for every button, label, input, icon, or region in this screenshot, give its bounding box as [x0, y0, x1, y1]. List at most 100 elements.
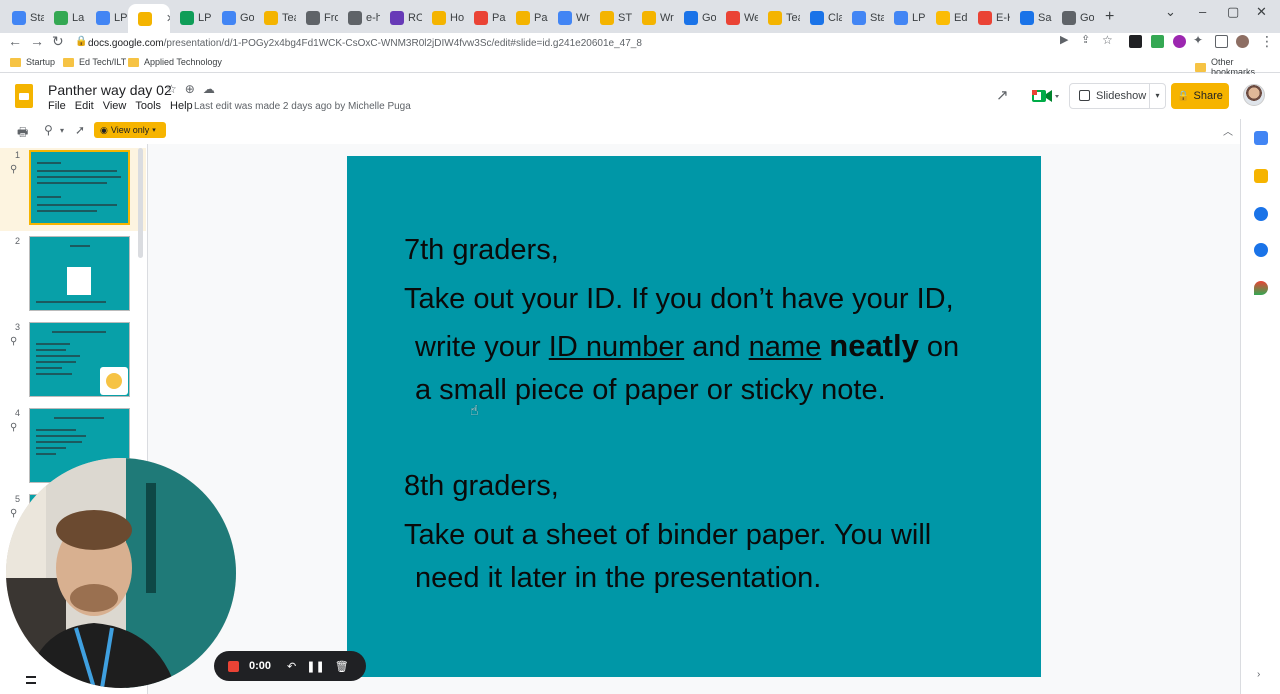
expand-panel-icon[interactable]: ›	[1257, 669, 1260, 680]
browser-tab[interactable]: Paxt	[464, 6, 506, 30]
maximize-button[interactable]: ▢	[1227, 4, 1239, 20]
browser-tab[interactable]: Writ	[632, 6, 674, 30]
tasks-icon[interactable]	[1254, 207, 1268, 221]
browser-tab[interactable]: Paxt	[506, 6, 548, 30]
close-window-button[interactable]: ✕	[1256, 4, 1267, 20]
browser-tab[interactable]: Goo	[1052, 6, 1094, 30]
activity-trend-icon[interactable]: ↗	[996, 86, 1009, 104]
current-slide[interactable]: 7th graders, Take out your ID. If you do…	[347, 156, 1041, 677]
zoom-icon[interactable]: ⚲	[44, 123, 53, 137]
url-path: /presentation/d/1-POGy2x4bg4Fd1WCK-CsOxC…	[163, 37, 642, 49]
star-icon[interactable]: ☆	[166, 82, 177, 96]
calendar-icon[interactable]	[1254, 131, 1268, 145]
browser-tab[interactable]: Edp	[926, 6, 968, 30]
slide-thumbnail-2[interactable]	[29, 236, 130, 311]
browser-tab[interactable]: Wel	[716, 6, 758, 30]
trash-icon[interactable]: 🗑	[335, 660, 349, 673]
bookmark-edtech[interactable]: Ed Tech/ILT	[63, 57, 126, 67]
slide-thumbnail-3[interactable]	[29, 322, 130, 397]
menu-help[interactable]: Help	[170, 100, 193, 112]
browser-tab[interactable]: LPM	[170, 6, 212, 30]
browser-tab[interactable]: Teac	[758, 6, 800, 30]
browser-tab[interactable]: How	[422, 6, 464, 30]
browser-tab[interactable]: ROF	[380, 6, 422, 30]
browser-tab[interactable]: Salin	[1010, 6, 1052, 30]
tab-label: Fron	[324, 12, 338, 24]
user-avatar[interactable]	[1243, 84, 1265, 106]
browser-tab[interactable]: e-ha	[338, 6, 380, 30]
tab-label: Paxt	[492, 12, 506, 24]
minimize-button[interactable]: –	[1199, 4, 1206, 19]
browser-tab[interactable]: GoC	[674, 6, 716, 30]
tab-label: E-Ha	[996, 12, 1010, 24]
browser-tab[interactable]: Staf	[842, 6, 884, 30]
browser-tab[interactable]: Writ	[548, 6, 590, 30]
bookmark-applied-tech[interactable]: Applied Technology	[128, 57, 222, 67]
menu-file[interactable]: File	[48, 100, 66, 112]
document-title[interactable]: Panther way day 02	[48, 82, 172, 98]
side-panel-icon[interactable]	[1215, 35, 1228, 48]
browser-tab[interactable]: Goo	[212, 6, 254, 30]
back-icon[interactable]: ←	[8, 33, 22, 49]
webcam-video[interactable]	[6, 458, 236, 688]
forward-icon[interactable]: →	[30, 33, 44, 49]
camera-icon[interactable]: ▶	[1060, 33, 1068, 46]
menu-view[interactable]: View	[103, 100, 127, 112]
bookmark-startup[interactable]: Startup	[10, 57, 55, 67]
zoom-dropdown-icon[interactable]: ▾	[60, 126, 64, 135]
lock-icon[interactable]: 🔒	[75, 36, 87, 47]
browser-tab[interactable]: STE	[590, 6, 632, 30]
extension-icon[interactable]	[1173, 35, 1186, 48]
menu-tools[interactable]: Tools	[135, 100, 161, 112]
browser-tab[interactable]: Staf	[2, 6, 44, 30]
profile-avatar[interactable]	[1236, 35, 1249, 48]
slides-logo-icon[interactable]	[15, 84, 33, 108]
move-icon[interactable]: ⊕	[185, 82, 195, 96]
slideshow-button[interactable]: Slideshow ▾	[1069, 83, 1166, 109]
reload-icon[interactable]: ↻	[52, 33, 64, 50]
browser-tab[interactable]: LPM	[86, 6, 128, 30]
tab-label: Paxt	[534, 12, 548, 24]
cloud-status-icon[interactable]: ☁	[203, 82, 215, 96]
slide-number: 1	[15, 150, 21, 160]
slideshow-dropdown-icon[interactable]: ▾	[1149, 84, 1165, 108]
stop-recording-button[interactable]	[228, 660, 239, 672]
undo-icon[interactable]: ↶	[287, 660, 296, 673]
menu-edit[interactable]: Edit	[75, 100, 94, 112]
collapse-chevron-icon[interactable]: ︿	[1223, 123, 1233, 138]
keep-icon[interactable]	[1254, 169, 1268, 183]
extension-icon[interactable]	[1151, 35, 1164, 48]
contacts-icon[interactable]	[1254, 243, 1268, 257]
browser-tab[interactable]: Teac	[254, 6, 296, 30]
browser-tab[interactable]: ✕	[128, 4, 170, 33]
filmstrip-scrollbar[interactable]	[138, 148, 143, 258]
folder-icon	[10, 57, 21, 67]
maps-icon[interactable]	[1254, 281, 1268, 295]
slide-text-line: a small piece of paper or sticky note.	[415, 374, 886, 406]
chevron-down-icon[interactable]: ⌄	[1165, 4, 1176, 20]
browser-tab[interactable]: LPM	[884, 6, 926, 30]
meet-icon[interactable]	[1030, 86, 1060, 106]
recording-controls: 0:00 ↶ ❚❚ 🗑	[214, 651, 366, 681]
address-bar[interactable]: docs.google.com /presentation/d/1-POGy2x…	[88, 33, 1048, 53]
new-tab-button[interactable]: +	[1105, 8, 1114, 26]
browser-tab[interactable]: La P	[44, 6, 86, 30]
extension-icon[interactable]	[1129, 35, 1142, 48]
share-button[interactable]: 🔒 Share	[1171, 83, 1229, 109]
puzzle-icon[interactable]: ✦	[1193, 33, 1203, 47]
menu-icon[interactable]	[26, 676, 36, 684]
tab-label: Teac	[786, 12, 800, 24]
last-edit-link[interactable]: Last edit was made 2 days ago by Michell…	[194, 101, 411, 112]
browser-tab[interactable]: Clas	[800, 6, 842, 30]
browser-tab[interactable]: Fron	[296, 6, 338, 30]
bookmark-star-icon[interactable]: ☆	[1102, 33, 1113, 47]
select-cursor-icon[interactable]: ➚	[75, 123, 85, 137]
tab-label: Staf	[30, 12, 44, 24]
print-icon[interactable]: 🖶	[17, 123, 28, 144]
pause-icon[interactable]: ❚❚	[306, 660, 324, 673]
slide-thumbnail-1[interactable]	[29, 150, 130, 225]
share-page-icon[interactable]: ⇪	[1081, 33, 1090, 46]
menu-kebab-icon[interactable]: ⋮	[1260, 33, 1274, 50]
view-only-button[interactable]: ◉ View only ▾	[94, 122, 166, 138]
browser-tab[interactable]: E-Ha	[968, 6, 1010, 30]
